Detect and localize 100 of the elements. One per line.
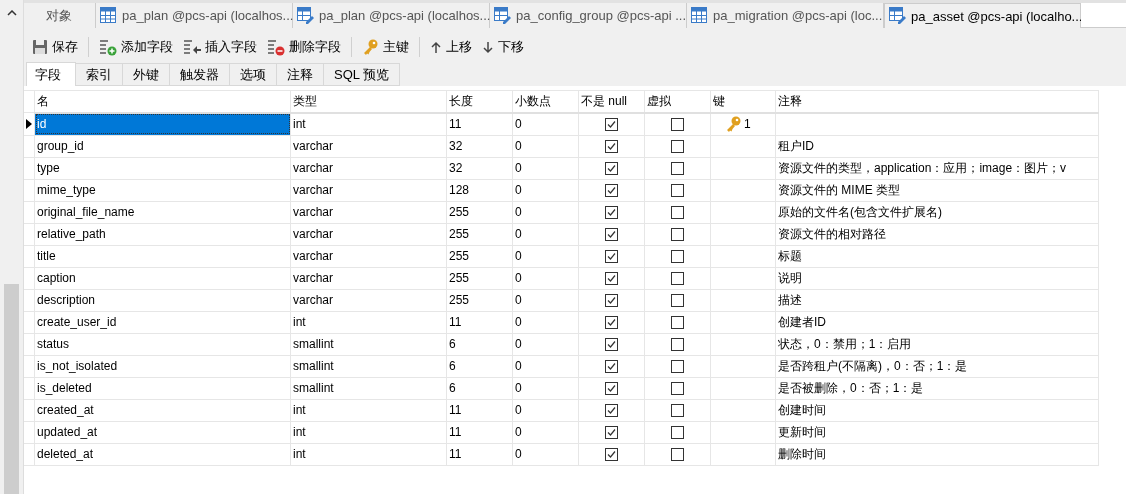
- checkbox[interactable]: [671, 205, 684, 219]
- table-cell[interactable]: varchar: [290, 267, 447, 289]
- column-header[interactable]: 长度: [446, 90, 513, 113]
- table-cell[interactable]: smallint: [290, 333, 447, 355]
- tab[interactable]: SQL 预览: [324, 63, 401, 86]
- column-header[interactable]: 键: [710, 90, 776, 113]
- table-cell[interactable]: 6: [446, 355, 513, 377]
- toolbar-button[interactable]: 上移: [426, 36, 476, 58]
- table-cell[interactable]: description: [34, 289, 291, 311]
- checkbox[interactable]: [605, 337, 618, 351]
- table-cell[interactable]: is_not_isolated: [34, 355, 291, 377]
- table-cell[interactable]: original_file_name: [34, 201, 291, 223]
- table-cell[interactable]: 标题: [778, 248, 802, 263]
- checkbox[interactable]: [605, 403, 618, 417]
- table-cell[interactable]: 0: [512, 421, 579, 443]
- column-header[interactable]: 小数点: [512, 90, 579, 113]
- table-cell[interactable]: 0: [512, 157, 579, 179]
- checkbox[interactable]: [671, 271, 684, 285]
- table-cell[interactable]: smallint: [290, 377, 447, 399]
- table-cell[interactable]: varchar: [290, 245, 447, 267]
- table-cell[interactable]: created_at: [34, 399, 291, 421]
- table-cell[interactable]: caption: [34, 267, 291, 289]
- checkbox[interactable]: [605, 359, 618, 373]
- table-cell[interactable]: 11: [446, 399, 513, 421]
- tab[interactable]: 外键: [123, 63, 170, 86]
- tab[interactable]: 选项: [230, 63, 277, 86]
- table-cell[interactable]: 0: [512, 399, 579, 421]
- table-cell[interactable]: varchar: [290, 179, 447, 201]
- toolbar-button[interactable]: 删除字段: [263, 36, 345, 58]
- table-cell[interactable]: 0: [512, 289, 579, 311]
- table-cell[interactable]: relative_path: [34, 223, 291, 245]
- table-cell[interactable]: 描述: [778, 292, 802, 307]
- document-tab[interactable]: pa_asset @pcs-api (localho...: [884, 3, 1081, 28]
- table-cell[interactable]: int: [290, 421, 447, 443]
- checkbox[interactable]: [605, 447, 618, 461]
- table-cell[interactable]: 说明: [778, 270, 802, 285]
- toolbar-button[interactable]: 下移: [478, 36, 528, 58]
- table-cell[interactable]: 255: [446, 245, 513, 267]
- table-cell[interactable]: updated_at: [34, 421, 291, 443]
- table-cell[interactable]: 0: [512, 377, 579, 399]
- table-cell[interactable]: 128: [446, 179, 513, 201]
- checkbox[interactable]: [605, 205, 618, 219]
- column-header[interactable]: 不是 null: [578, 90, 645, 113]
- table-cell[interactable]: 255: [446, 201, 513, 223]
- scrollbar-thumb[interactable]: [4, 284, 19, 494]
- checkbox[interactable]: [605, 425, 618, 439]
- table-cell[interactable]: mime_type: [34, 179, 291, 201]
- checkbox[interactable]: [605, 183, 618, 197]
- table-cell[interactable]: 11: [446, 112, 513, 135]
- table-cell[interactable]: 0: [512, 443, 579, 465]
- table-cell[interactable]: int: [290, 112, 447, 135]
- checkbox[interactable]: [671, 161, 684, 175]
- checkbox[interactable]: [671, 293, 684, 307]
- table-cell[interactable]: 租户ID: [778, 138, 814, 153]
- table-cell[interactable]: 创建者ID: [778, 314, 826, 329]
- table-cell[interactable]: varchar: [290, 157, 447, 179]
- table-cell[interactable]: group_id: [34, 135, 291, 157]
- checkbox[interactable]: [605, 249, 618, 263]
- toolbar-button[interactable]: 主键: [358, 36, 413, 58]
- table-cell[interactable]: 255: [446, 223, 513, 245]
- checkbox[interactable]: [671, 183, 684, 197]
- checkbox[interactable]: [671, 359, 684, 373]
- checkbox[interactable]: [671, 117, 684, 131]
- table-cell[interactable]: int: [290, 311, 447, 333]
- table-cell[interactable]: id: [34, 112, 291, 135]
- checkbox[interactable]: [605, 227, 618, 241]
- table-cell[interactable]: 创建时间: [778, 402, 826, 417]
- toolbar-button[interactable]: 插入字段: [179, 36, 261, 58]
- table-cell[interactable]: 0: [512, 201, 579, 223]
- table-cell[interactable]: 6: [446, 377, 513, 399]
- collapse-caret-icon[interactable]: [6, 10, 17, 16]
- table-cell[interactable]: 0: [512, 355, 579, 377]
- column-header[interactable]: 名: [34, 90, 291, 113]
- table-cell[interactable]: title: [34, 245, 291, 267]
- table-cell[interactable]: varchar: [290, 135, 447, 157]
- table-cell[interactable]: 6: [446, 333, 513, 355]
- table-cell[interactable]: 0: [512, 179, 579, 201]
- table-cell[interactable]: 32: [446, 135, 513, 157]
- tab[interactable]: 字段: [26, 62, 76, 86]
- column-header[interactable]: 类型: [290, 90, 447, 113]
- table-cell[interactable]: 更新时间: [778, 424, 826, 439]
- checkbox[interactable]: [671, 425, 684, 439]
- checkbox[interactable]: [671, 227, 684, 241]
- checkbox[interactable]: [671, 381, 684, 395]
- table-cell[interactable]: is_deleted: [34, 377, 291, 399]
- table-cell[interactable]: varchar: [290, 223, 447, 245]
- toolbar-button[interactable]: 添加字段: [95, 36, 177, 58]
- table-cell[interactable]: 删除时间: [778, 446, 826, 461]
- table-cell[interactable]: 11: [446, 421, 513, 443]
- table-cell[interactable]: deleted_at: [34, 443, 291, 465]
- table-cell[interactable]: create_user_id: [34, 311, 291, 333]
- toolbar-button[interactable]: 保存: [28, 36, 82, 58]
- table-cell[interactable]: varchar: [290, 289, 447, 311]
- table-cell[interactable]: 0: [512, 112, 579, 135]
- table-cell[interactable]: smallint: [290, 355, 447, 377]
- checkbox[interactable]: [605, 139, 618, 153]
- checkbox[interactable]: [671, 315, 684, 329]
- table-cell[interactable]: 0: [512, 223, 579, 245]
- checkbox[interactable]: [671, 447, 684, 461]
- tab[interactable]: 索引: [76, 63, 123, 86]
